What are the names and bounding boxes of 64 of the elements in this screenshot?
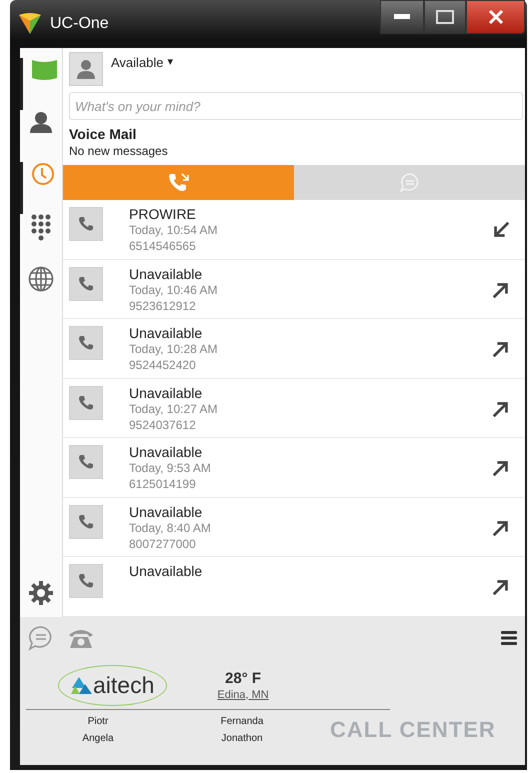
phone-tile[interactable]	[69, 386, 103, 420]
call-time: Today, 10:54 AM	[129, 222, 218, 238]
presence-dropdown[interactable]: Available ▾	[111, 55, 174, 71]
phone-icon	[78, 276, 94, 292]
phone-tile[interactable]	[69, 445, 103, 480]
agent-name: Fernanda	[220, 716, 264, 727]
person-icon	[77, 59, 95, 79]
window-title: UC-One	[50, 15, 109, 33]
phone-icon	[78, 216, 94, 232]
voicemail-status: No new messages	[69, 144, 169, 158]
phone-icon	[78, 514, 94, 530]
phone-icon	[168, 172, 190, 194]
phone-icon	[78, 454, 94, 470]
caller-name: PROWIRE	[129, 206, 197, 222]
phone-tile[interactable]	[69, 266, 103, 301]
chat-icon	[400, 172, 420, 192]
phone-number: 6125014199	[129, 476, 197, 492]
temperature: 28° F	[225, 670, 262, 686]
clock-icon[interactable]	[30, 162, 54, 186]
maximize-icon	[436, 10, 454, 24]
banner-text: CALL CENTER	[330, 717, 497, 743]
app-logo	[18, 12, 42, 36]
phone-number: 9524452420	[129, 357, 197, 374]
avatar[interactable]	[69, 52, 103, 86]
close-icon	[488, 9, 504, 25]
agent-name: Piotr	[86, 716, 110, 727]
caller-name: Unavailable	[129, 563, 204, 580]
caller-name: Unavailable	[129, 504, 204, 520]
phone-number: 9524037612	[129, 416, 197, 433]
call-time: Today, 8:40 AM	[129, 520, 212, 536]
caller-name: Unavailable	[129, 325, 204, 342]
telephone-icon[interactable]	[68, 627, 94, 649]
phone-number: 9523612912	[129, 298, 197, 314]
globe-icon[interactable]	[28, 266, 54, 292]
voicemail-title: Voice Mail	[69, 126, 138, 142]
agent-name: Jonathon	[220, 733, 264, 744]
close-button[interactable]	[466, 0, 525, 34]
location-link[interactable]: Edina, MN	[217, 688, 269, 700]
call-time: Today, 10:46 AM	[129, 282, 218, 298]
call-time: Today, 10:28 AM	[129, 341, 218, 358]
phone-tile[interactable]	[69, 326, 103, 360]
phone-number: 6514546565	[129, 238, 197, 254]
phone-icon	[78, 394, 94, 411]
menu-icon[interactable]	[501, 630, 517, 646]
minimize-icon	[394, 14, 410, 20]
phone-tile[interactable]	[69, 207, 103, 241]
maximize-button[interactable]	[424, 0, 466, 34]
call-time: Today, 10:27 AM	[129, 400, 218, 417]
phone-number: 8007277000	[129, 536, 197, 552]
phone-icon	[78, 573, 94, 590]
person-icon[interactable]	[29, 110, 53, 134]
mood-field[interactable]: What's on your mind?	[69, 92, 523, 120]
minimize-button[interactable]	[380, 0, 424, 34]
caller-name: Unavailable	[129, 266, 204, 282]
phone-tile[interactable]	[69, 564, 103, 598]
dialpad-icon[interactable]	[31, 214, 51, 242]
chat-icon[interactable]	[28, 625, 54, 651]
phone-icon	[78, 335, 94, 352]
call-time: Today, 9:53 AM	[129, 460, 212, 476]
agent-name: Angela	[81, 733, 115, 744]
caller-name: Unavailable	[129, 384, 204, 401]
company-logo: aitech	[58, 664, 168, 706]
caller-name: Unavailable	[129, 444, 204, 460]
phone-tile[interactable]	[69, 504, 103, 539]
